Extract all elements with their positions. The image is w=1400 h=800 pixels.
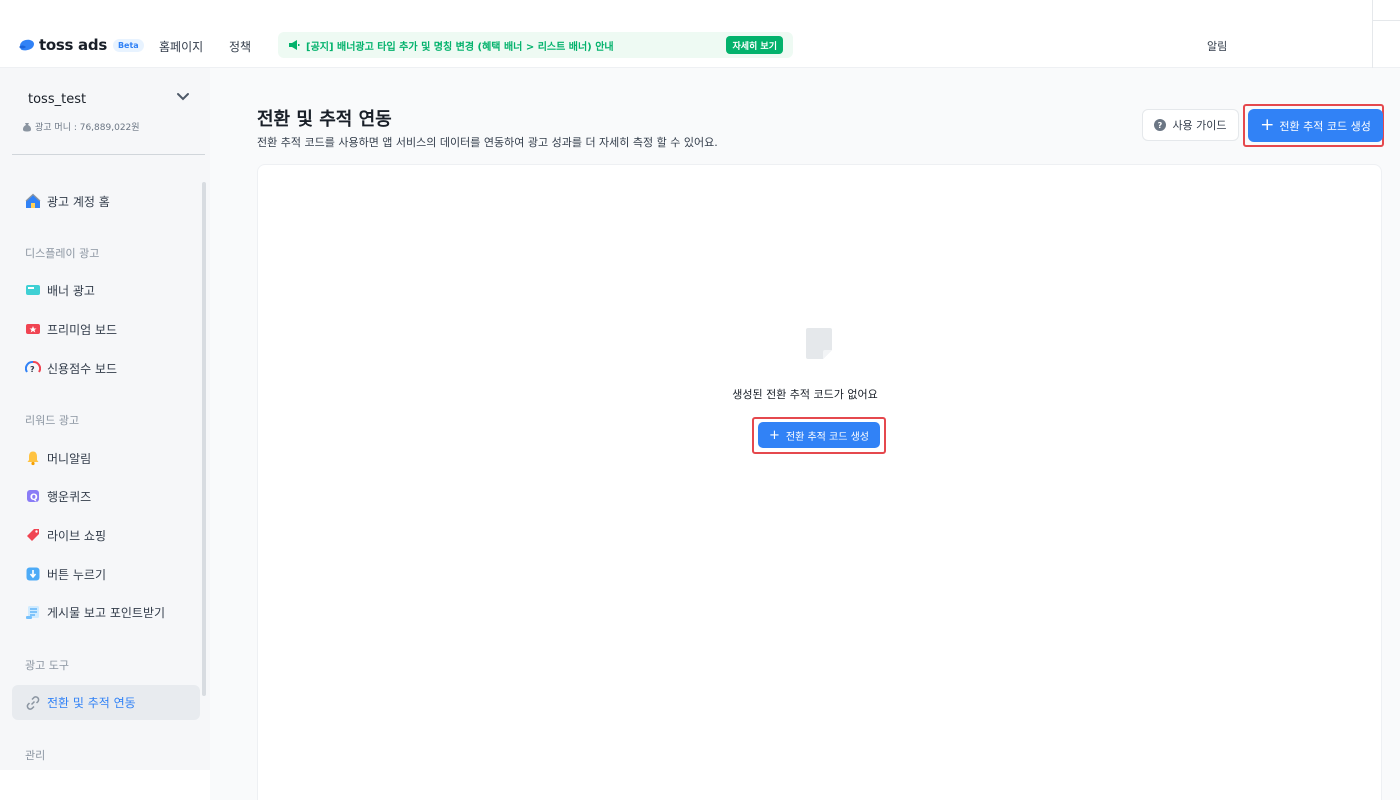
- quiz-icon: Q: [24, 488, 41, 505]
- group-reward-ads: 리워드 광고: [25, 414, 80, 427]
- plus-icon: +: [768, 427, 780, 443]
- usage-guide-button[interactable]: ? 사용 가이드: [1142, 109, 1239, 141]
- sidebar-item-live[interactable]: 라이브 쇼핑: [12, 518, 200, 552]
- sidebar-item-money-alarm[interactable]: 머니알림: [12, 441, 200, 475]
- ad-money: 광고 머니 : 76,889,022원: [22, 120, 140, 133]
- sidebar-scrollbar[interactable]: [202, 182, 206, 696]
- empty-state-message: 생성된 전환 추적 코드가 없어요: [732, 388, 878, 401]
- sidebar-item-label: 행운퀴즈: [47, 489, 92, 504]
- sidebar-item-credit[interactable]: ? 신용점수 보드: [12, 351, 200, 385]
- sidebar-item-button[interactable]: 버튼 누르기: [12, 557, 200, 591]
- sidebar-item-label: 게시물 보고 포인트받기: [47, 605, 166, 620]
- empty-create-button-label: 전환 추적 코드 생성: [785, 431, 870, 443]
- plus-icon: +: [1260, 115, 1275, 135]
- sidebar-item-label: 버튼 누르기: [47, 567, 107, 582]
- sidebar-item-label: 배너 광고: [47, 283, 95, 298]
- scroll-document-icon: [24, 604, 41, 621]
- notice-text: [공지] 배너광고 타입 추가 및 명칭 변경 (혜택 배너 > 리스트 배너)…: [306, 41, 614, 53]
- sidebar-item-label: 전환 및 추적 연동: [47, 696, 136, 710]
- sidebar-item-label: 라이브 쇼핑: [47, 528, 107, 543]
- page-description: 전환 추적 코드를 사용하면 앱 서비스의 데이터를 연동하여 광고 성과를 더…: [257, 136, 718, 149]
- beta-badge: Beta: [112, 38, 144, 52]
- sidebar-item-label: 머니알림: [47, 451, 92, 466]
- press-button-icon: [24, 566, 41, 583]
- create-button-label: 전환 추적 코드 생성: [1279, 119, 1371, 133]
- toss-ads-logo[interactable]: toss ads Beta: [18, 34, 144, 56]
- help-icon: ?: [1154, 119, 1167, 131]
- notice-banner[interactable]: [공지] 배너광고 타입 추가 및 명칭 변경 (혜택 배너 > 리스트 배너)…: [278, 32, 793, 58]
- sidebar-item-post[interactable]: 게시물 보고 포인트받기: [12, 595, 200, 629]
- header-divider-tick: [1372, 20, 1400, 21]
- empty-create-tracking-code-button[interactable]: + 전환 추적 코드 생성: [758, 422, 880, 448]
- group-manage: 관리: [25, 749, 46, 762]
- sidebar-item-label: 광고 계정 홈: [47, 194, 110, 209]
- credit-score-icon: ?: [24, 360, 41, 377]
- bell-icon: [24, 450, 41, 467]
- header-divider: [1372, 0, 1373, 68]
- top-header: toss ads Beta 홈페이지 정책 [공지] 배너광고 타입 추가 및 …: [0, 0, 1400, 68]
- main-content: 전환 및 추적 연동 전환 추적 코드를 사용하면 앱 서비스의 데이터를 연동…: [210, 68, 1400, 800]
- sidebar: toss_test 광고 머니 : 76,889,022원 광고 계정 홈 디스…: [0, 68, 210, 770]
- notice-detail-button[interactable]: 자세히 보기: [726, 36, 783, 54]
- empty-document-icon: [806, 328, 832, 359]
- toss-logo-icon: [19, 39, 34, 51]
- price-tag-icon: [24, 527, 41, 544]
- chevron-down-icon[interactable]: [176, 92, 190, 102]
- house-icon: [24, 193, 41, 210]
- sidebar-bottom: [0, 770, 210, 800]
- sidebar-item-premium[interactable]: 프리미엄 보드: [12, 312, 200, 346]
- nav-policy[interactable]: 정책: [229, 38, 251, 55]
- group-ad-tools: 광고 도구: [25, 659, 69, 672]
- ad-money-text: 광고 머니 : 76,889,022원: [35, 123, 140, 133]
- create-tracking-code-button[interactable]: + 전환 추적 코드 생성: [1248, 109, 1383, 142]
- sidebar-divider: [12, 154, 205, 155]
- banner-card-icon: [24, 282, 41, 299]
- svg-text:?: ?: [1158, 121, 1163, 130]
- link-icon: [24, 694, 41, 711]
- sidebar-item-quiz[interactable]: Q 행운퀴즈: [12, 479, 200, 513]
- sidebar-item-label: 신용점수 보드: [47, 361, 118, 376]
- sidebar-item-label: 프리미엄 보드: [47, 322, 118, 337]
- tracking-code-list-card: [257, 164, 1382, 800]
- page-title: 전환 및 추적 연동: [257, 109, 392, 130]
- sidebar-item-conversion[interactable]: 전환 및 추적 연동: [12, 685, 200, 720]
- usage-guide-label: 사용 가이드: [1172, 119, 1227, 132]
- logo-text: toss ads: [39, 36, 107, 54]
- money-bag-icon: [23, 122, 31, 131]
- nav-homepage[interactable]: 홈페이지: [159, 38, 203, 55]
- sidebar-item-home[interactable]: 광고 계정 홈: [12, 184, 200, 218]
- svg-text:Q: Q: [30, 493, 38, 503]
- premium-board-icon: [24, 321, 41, 338]
- account-name[interactable]: toss_test: [28, 92, 86, 107]
- group-display-ads: 디스플레이 광고: [25, 247, 100, 260]
- sidebar-item-banner[interactable]: 배너 광고: [12, 273, 200, 307]
- megaphone-icon: [289, 40, 300, 50]
- alarm-link[interactable]: 알림: [1207, 38, 1227, 54]
- svg-text:?: ?: [30, 365, 35, 374]
